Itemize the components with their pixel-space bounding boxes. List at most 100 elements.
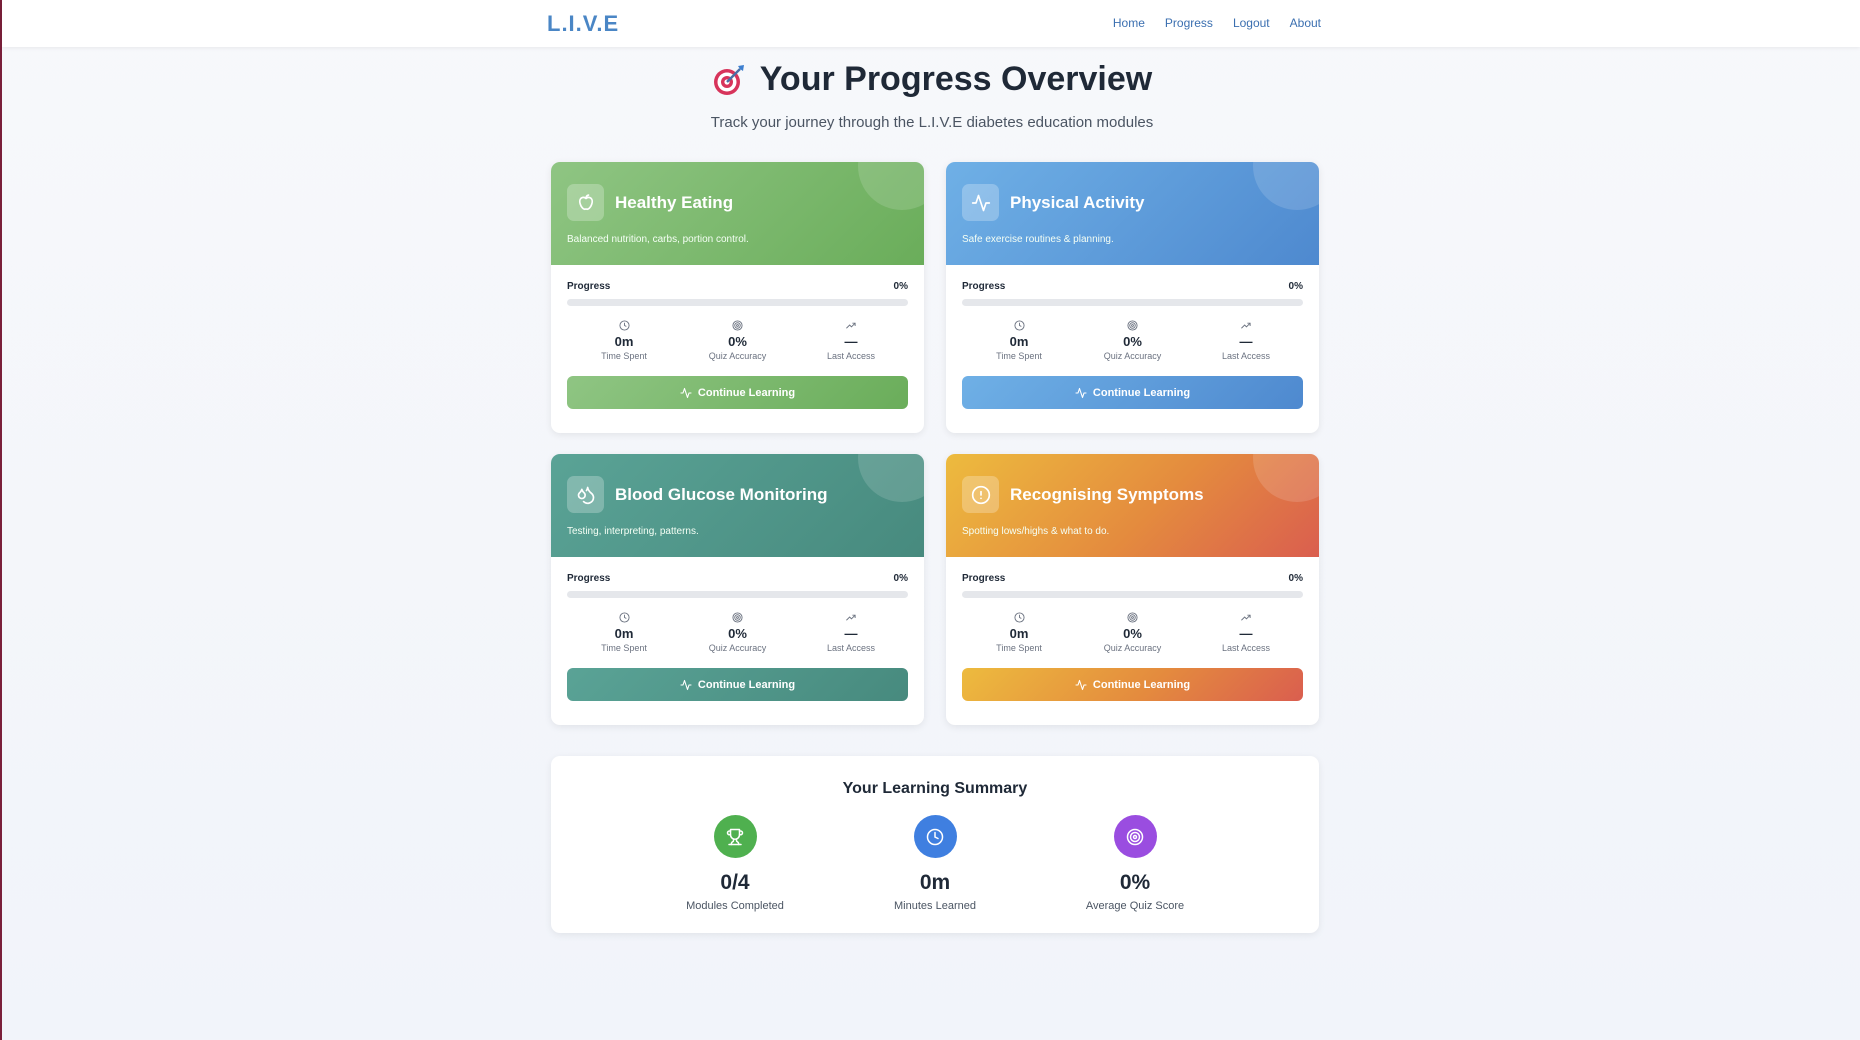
card-title: Healthy Eating <box>615 192 734 212</box>
progress-row: Progress 0% <box>567 573 908 584</box>
summary-minutes-learned: 0m Minutes Learned <box>855 815 1015 912</box>
navbar: L.I.V.E Home Progress Logout About <box>2 0 1860 47</box>
stat-value: — <box>844 626 858 641</box>
summary-label: Average Quiz Score <box>1085 900 1185 912</box>
button-label: Continue Learning <box>697 386 796 399</box>
summary-label: Modules Completed <box>686 900 784 912</box>
stat-value: 0m <box>614 334 634 349</box>
progress-row: Progress 0% <box>962 573 1303 584</box>
trending-up-icon <box>1201 320 1291 332</box>
trending-up-icon <box>806 612 896 624</box>
progress-value: 0% <box>1288 281 1303 292</box>
card-description: Safe exercise routines & planning. <box>962 234 1114 245</box>
stat-value: — <box>844 334 858 349</box>
stat-last-access: — Last Access <box>806 612 896 653</box>
page-title: Your Progress Overview <box>712 60 1152 99</box>
apple-icon <box>567 184 604 221</box>
stat-value: — <box>1239 334 1253 349</box>
clock-icon <box>913 815 957 858</box>
stat-quiz-accuracy: 0% Quiz Accuracy <box>1088 320 1178 361</box>
stat-label: Time Spent <box>996 351 1042 361</box>
progress-label: Progress <box>962 281 1006 292</box>
summary-value: 0% <box>1119 871 1151 894</box>
stat-value: — <box>1239 626 1253 641</box>
target-icon <box>1088 612 1178 624</box>
button-label: Continue Learning <box>1092 386 1191 399</box>
continue-learning-button[interactable]: Continue Learning <box>567 376 908 409</box>
alert-circle-icon <box>962 476 999 513</box>
stat-label: Last Access <box>1221 643 1271 653</box>
stat-time-spent: 0m Time Spent <box>974 320 1064 361</box>
continue-learning-button[interactable]: Continue Learning <box>567 668 908 701</box>
stat-label: Quiz Accuracy <box>1103 351 1162 361</box>
target-dart-icon <box>712 63 746 97</box>
button-label: Continue Learning <box>697 678 796 691</box>
nav-link-progress[interactable]: Progress <box>1165 16 1213 30</box>
page-subtitle: Track your journey through the L.I.V.E d… <box>710 113 1154 131</box>
progress-bar <box>567 299 908 306</box>
stat-last-access: — Last Access <box>1201 320 1291 361</box>
clock-icon <box>579 320 669 332</box>
stat-label: Quiz Accuracy <box>1103 643 1162 653</box>
activity-icon <box>1075 387 1087 398</box>
progress-value: 0% <box>893 281 908 292</box>
progress-value: 0% <box>893 573 908 584</box>
target-icon <box>1113 815 1157 858</box>
module-card-recognising-symptoms: Recognising Symptoms Spotting lows/highs… <box>946 454 1319 725</box>
continue-learning-button[interactable]: Continue Learning <box>962 376 1303 409</box>
target-icon <box>693 320 783 332</box>
summary-average-quiz-score: 0% Average Quiz Score <box>1055 815 1215 912</box>
stat-label: Time Spent <box>996 643 1042 653</box>
summary-label: Minutes Learned <box>894 900 976 912</box>
activity-icon <box>962 184 999 221</box>
card-title: Physical Activity <box>1010 192 1145 212</box>
nav-link-logout[interactable]: Logout <box>1233 16 1270 30</box>
stat-label: Quiz Accuracy <box>708 351 767 361</box>
card-title: Blood Glucose Monitoring <box>615 484 828 504</box>
nav-links: Home Progress Logout About <box>1113 16 1321 30</box>
card-header: Recognising Symptoms Spotting lows/highs… <box>946 454 1319 557</box>
nav-link-about[interactable]: About <box>1290 16 1321 30</box>
activity-icon <box>1075 679 1087 690</box>
stat-value: 0m <box>614 626 634 641</box>
stat-quiz-accuracy: 0% Quiz Accuracy <box>693 320 783 361</box>
trophy-icon <box>713 815 757 858</box>
stat-last-access: — Last Access <box>806 320 896 361</box>
progress-bar <box>962 299 1303 306</box>
summary-value: 0m <box>919 871 951 894</box>
stats-row: 0m Time Spent 0% Quiz Accuracy — Last Ac… <box>567 320 908 361</box>
summary-modules-completed: 0/4 Modules Completed <box>655 815 815 912</box>
nav-link-home[interactable]: Home <box>1113 16 1145 30</box>
card-header: Healthy Eating Balanced nutrition, carbs… <box>551 162 924 265</box>
trending-up-icon <box>806 320 896 332</box>
activity-icon <box>680 679 692 690</box>
stat-last-access: — Last Access <box>1201 612 1291 653</box>
stat-label: Last Access <box>826 351 876 361</box>
stat-value: 0% <box>1123 626 1142 641</box>
progress-label: Progress <box>567 573 611 584</box>
stat-quiz-accuracy: 0% Quiz Accuracy <box>693 612 783 653</box>
card-header: Physical Activity Safe exercise routines… <box>946 162 1319 265</box>
page-header: Your Progress Overview Track your journe… <box>2 60 1860 131</box>
card-header: Blood Glucose Monitoring Testing, interp… <box>551 454 924 557</box>
summary-value: 0/4 <box>720 871 750 894</box>
stat-quiz-accuracy: 0% Quiz Accuracy <box>1088 612 1178 653</box>
stat-label: Quiz Accuracy <box>708 643 767 653</box>
stat-value: 0% <box>728 626 747 641</box>
droplets-icon <box>567 476 604 513</box>
progress-value: 0% <box>1288 573 1303 584</box>
target-icon <box>693 612 783 624</box>
progress-bar <box>567 591 908 598</box>
page-title-text: Your Progress Overview <box>759 60 1153 98</box>
activity-icon <box>680 387 692 398</box>
stat-label: Last Access <box>826 643 876 653</box>
stat-time-spent: 0m Time Spent <box>579 320 669 361</box>
continue-learning-button[interactable]: Continue Learning <box>962 668 1303 701</box>
clock-icon <box>579 612 669 624</box>
summary-title: Your Learning Summary <box>842 780 1028 797</box>
stat-value: 0m <box>1009 626 1029 641</box>
modules-grid: Healthy Eating Balanced nutrition, carbs… <box>551 162 1319 725</box>
brand-logo[interactable]: L.I.V.E <box>547 11 619 37</box>
module-card-physical-activity: Physical Activity Safe exercise routines… <box>946 162 1319 433</box>
stats-row: 0m Time Spent 0% Quiz Accuracy — Last Ac… <box>567 612 908 653</box>
